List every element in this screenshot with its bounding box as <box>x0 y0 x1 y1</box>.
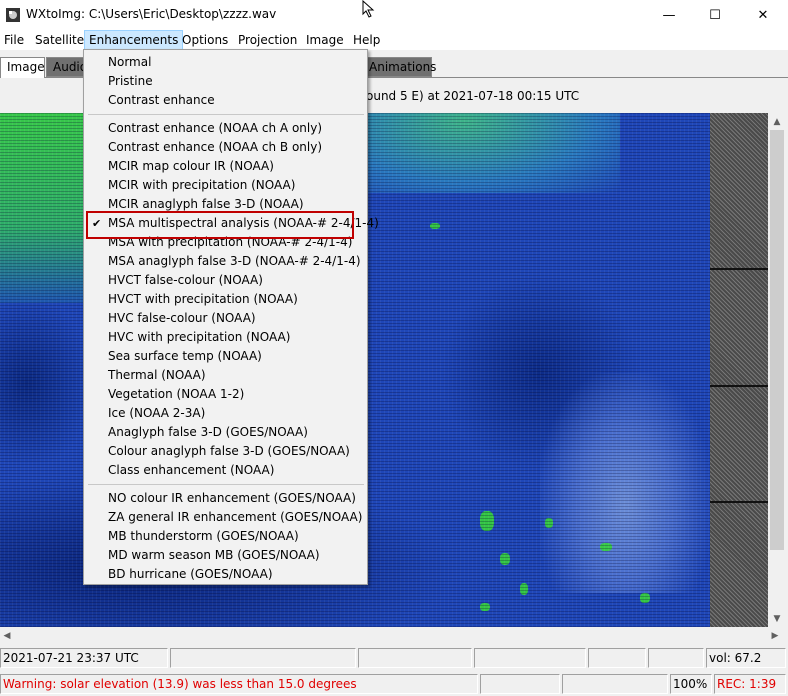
status-warning: Warning: solar elevation (13.9) was less… <box>0 674 478 694</box>
enhancements-dropdown-menu: Normal Pristine Contrast enhance Contras… <box>83 49 379 585</box>
menu-option-mcir-map[interactable]: MCIR map colour IR (NOAA) <box>85 157 366 176</box>
status-panel <box>588 648 646 668</box>
scroll-down-arrow-icon[interactable]: ▼ <box>768 610 786 627</box>
status-zoom: 100% <box>670 674 712 694</box>
tab-audio[interactable]: Audio <box>46 57 86 77</box>
menu-option-msa-anaglyph[interactable]: MSA anaglyph false 3-D (NOAA-# 2-4/1-4) <box>85 252 366 271</box>
window-title: WXtoImg: C:\Users\Eric\Desktop\zzzz.wav <box>26 7 277 21</box>
menu-option-contrast-ch-a[interactable]: Contrast enhance (NOAA ch A only) <box>85 119 366 138</box>
scroll-left-arrow-icon[interactable]: ◀ <box>0 627 14 644</box>
vertical-scroll-thumb[interactable] <box>770 130 784 550</box>
status-panel <box>648 648 704 668</box>
menu-option-hvc-false-colour[interactable]: HVC false-colour (NOAA) <box>85 309 366 328</box>
menu-option-hvct-false-colour[interactable]: HVCT false-colour (NOAA) <box>85 271 366 290</box>
maximize-button[interactable]: ☐ <box>692 0 738 30</box>
menu-enhancements[interactable]: Enhancements <box>84 30 184 50</box>
status-recording: REC: 1:39 <box>714 674 786 694</box>
status-panel <box>358 648 472 668</box>
status-panel <box>562 674 668 694</box>
horizontal-scrollbar[interactable]: ◀ ▶ <box>0 627 786 644</box>
menu-image[interactable]: Image <box>302 30 348 50</box>
tab-animations[interactable]: Animations <box>362 57 436 77</box>
menu-option-class-enhancement[interactable]: Class enhancement (NOAA) <box>85 461 366 480</box>
telemetry-marker <box>710 385 768 387</box>
telemetry-marker <box>710 268 768 270</box>
menu-option-bd-hurricane[interactable]: BD hurricane (GOES/NOAA) <box>85 565 366 584</box>
menu-option-normal[interactable]: Normal <box>85 53 366 72</box>
scroll-right-arrow-icon[interactable]: ▶ <box>768 627 782 644</box>
menu-option-colour-anaglyph[interactable]: Colour anaglyph false 3-D (GOES/NOAA) <box>85 442 366 461</box>
menu-option-hvct-precip[interactable]: HVCT with precipitation (NOAA) <box>85 290 366 309</box>
status-panel <box>170 648 356 668</box>
title-bar: WXtoImg: C:\Users\Eric\Desktop\zzzz.wav … <box>0 0 788 30</box>
status-panel <box>474 648 586 668</box>
highlight-annotation-box <box>86 211 354 239</box>
mouse-cursor-icon <box>362 0 375 18</box>
tab-image[interactable]: Image <box>0 57 45 78</box>
menu-option-hvc-precip[interactable]: HVC with precipitation (NOAA) <box>85 328 366 347</box>
menu-separator <box>88 484 364 485</box>
image-telemetry-strip <box>710 113 768 627</box>
close-button[interactable]: ✕ <box>740 0 786 30</box>
status-datetime: 2021-07-21 23:37 UTC <box>0 648 168 668</box>
menu-option-ice[interactable]: Ice (NOAA 2-3A) <box>85 404 366 423</box>
menu-option-sea-surface-temp[interactable]: Sea surface temp (NOAA) <box>85 347 366 366</box>
pass-info-text: ound 5 E) at 2021-07-18 00:15 UTC <box>366 89 580 103</box>
telemetry-marker <box>710 501 768 503</box>
menu-option-za-general-ir[interactable]: ZA general IR enhancement (GOES/NOAA) <box>85 508 366 527</box>
menu-help[interactable]: Help <box>349 30 384 50</box>
menu-options[interactable]: Options <box>178 30 232 50</box>
minimize-button[interactable]: — <box>646 0 692 30</box>
menu-option-no-colour-ir[interactable]: NO colour IR enhancement (GOES/NOAA) <box>85 489 366 508</box>
menu-satellite[interactable]: Satellite <box>31 30 88 50</box>
menu-option-mb-thunderstorm[interactable]: MB thunderstorm (GOES/NOAA) <box>85 527 366 546</box>
menu-separator <box>88 114 364 115</box>
menu-option-mcir-precip[interactable]: MCIR with precipitation (NOAA) <box>85 176 366 195</box>
menu-option-pristine[interactable]: Pristine <box>85 72 366 91</box>
menu-projection[interactable]: Projection <box>234 30 301 50</box>
menu-option-md-warm-season[interactable]: MD warm season MB (GOES/NOAA) <box>85 546 366 565</box>
menu-file[interactable]: File <box>0 30 28 50</box>
menu-option-contrast-ch-b[interactable]: Contrast enhance (NOAA ch B only) <box>85 138 366 157</box>
app-window: WXtoImg: C:\Users\Eric\Desktop\zzzz.wav … <box>0 0 788 696</box>
menu-option-thermal[interactable]: Thermal (NOAA) <box>85 366 366 385</box>
status-panel <box>480 674 560 694</box>
menu-option-anaglyph-3d[interactable]: Anaglyph false 3-D (GOES/NOAA) <box>85 423 366 442</box>
menu-option-vegetation[interactable]: Vegetation (NOAA 1-2) <box>85 385 366 404</box>
app-icon <box>6 8 20 22</box>
vertical-scrollbar[interactable]: ▲ ▼ <box>768 113 786 627</box>
status-volume: vol: 67.2 <box>706 648 786 668</box>
menu-bar: File Satellite Enhancements Options Proj… <box>0 30 788 50</box>
menu-option-contrast-enhance[interactable]: Contrast enhance <box>85 91 366 110</box>
scroll-up-arrow-icon[interactable]: ▲ <box>768 113 786 130</box>
